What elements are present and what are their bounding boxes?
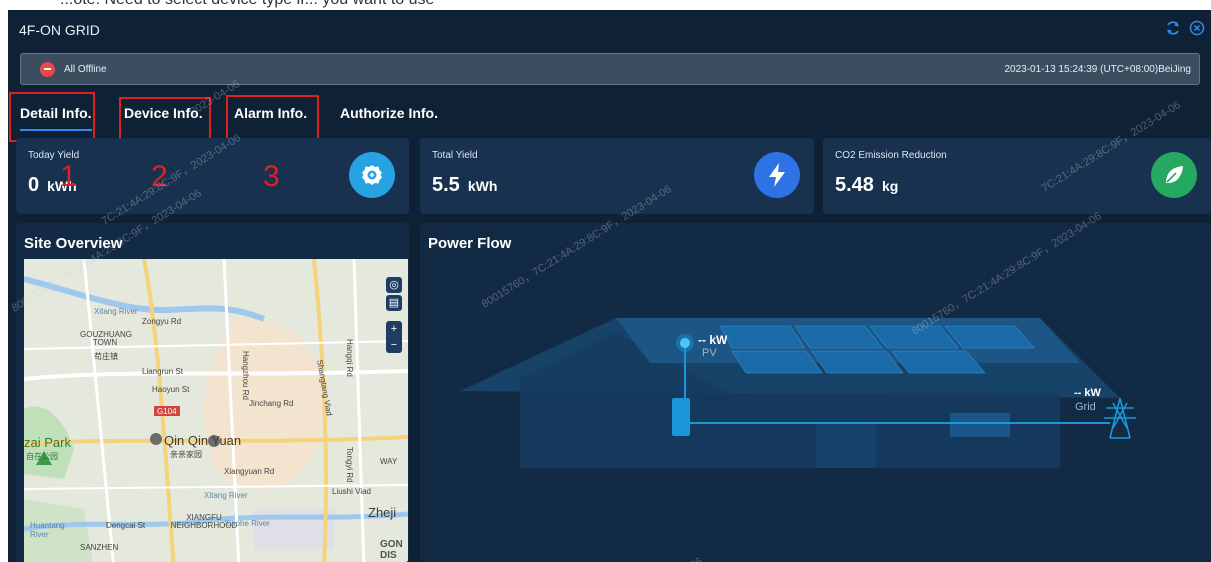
status-datetime: 2023-01-13 15:24:39 (UTC+08:00)BeiJing bbox=[1004, 64, 1191, 75]
map-label: Liangrun St bbox=[142, 367, 183, 376]
map-label: Xiangyuan Rd bbox=[224, 467, 275, 476]
map-label: Hangzhou Rd bbox=[241, 351, 250, 400]
title-bar: 4F-ON GRID bbox=[8, 10, 1211, 48]
lightning-icon bbox=[754, 152, 800, 198]
map-label: Qin Qin Yuan bbox=[164, 433, 242, 448]
map-label: GOUZHUANG TOWN bbox=[80, 330, 132, 347]
map-label: Haoyun St bbox=[152, 385, 190, 394]
pv-label: PV bbox=[702, 347, 717, 359]
highlight-box-2 bbox=[119, 97, 211, 144]
map-label: 自在公园 bbox=[26, 452, 58, 461]
annotation-number-1: 1 bbox=[60, 160, 77, 193]
map-label: Tongyi Rd bbox=[345, 447, 354, 483]
status-bar: All Offline 2023-01-13 15:24:39 (UTC+08:… bbox=[20, 53, 1200, 85]
total-yield-label: Total Yield bbox=[432, 150, 478, 161]
map-label: WAY bbox=[380, 457, 398, 466]
map-label: Dengcai St bbox=[106, 521, 146, 530]
offline-status-icon bbox=[40, 62, 55, 77]
status-text: All Offline bbox=[64, 64, 107, 75]
top-strip: ...ote: Need to select device type if...… bbox=[0, 0, 1211, 10]
app-window: 4F-ON GRID All Offline 2023-01-13 15:24:… bbox=[8, 10, 1211, 562]
top-strip-text: ...ote: Need to select device type if...… bbox=[60, 0, 434, 9]
layers-icon[interactable]: ▤ bbox=[386, 295, 402, 311]
map-label: Xitang River bbox=[94, 307, 138, 316]
power-flow-panel: Power Flow -- kW PV -- kW Grid bbox=[420, 223, 1211, 562]
grid-value: -- kW bbox=[1074, 387, 1101, 399]
annotation-number-2: 2 bbox=[151, 160, 168, 193]
map-label: Hangqi Rd bbox=[345, 339, 354, 377]
highlight-box-1 bbox=[9, 92, 95, 142]
tab-authorize-info[interactable]: Authorize Info. bbox=[340, 105, 438, 121]
grid-label: Grid bbox=[1075, 401, 1096, 413]
site-overview-panel: Site Overview Xitang River Zongyu Rd GOU… bbox=[16, 223, 409, 562]
pv-value: -- kW bbox=[698, 333, 728, 347]
map-label: Huantang River bbox=[30, 521, 65, 539]
map-label: 苟庄镇 bbox=[94, 352, 118, 361]
close-icon[interactable] bbox=[1189, 20, 1205, 36]
map-label: Zheji bbox=[368, 505, 397, 520]
zoom-out-button[interactable]: − bbox=[386, 337, 402, 353]
map-label: zai Park bbox=[24, 435, 71, 450]
co2-reduction-card: CO2 Emission Reduction 5.48 kg bbox=[823, 138, 1211, 214]
leaf-icon bbox=[1151, 152, 1197, 198]
map-label: 亲亲家园 bbox=[170, 450, 202, 459]
map-label: Xiaohe River bbox=[224, 519, 270, 528]
total-yield-value: 5.5 kWh bbox=[432, 174, 498, 196]
co2-reduction-value: 5.48 kg bbox=[835, 174, 899, 196]
site-overview-title: Site Overview bbox=[24, 235, 123, 252]
map-label: GON DIS bbox=[380, 539, 403, 561]
co2-reduction-label: CO2 Emission Reduction bbox=[835, 150, 947, 161]
zoom-controls: + − bbox=[386, 321, 402, 353]
locate-icon[interactable]: ◎ bbox=[386, 277, 402, 293]
map-label: Zongyu Rd bbox=[142, 317, 182, 326]
total-yield-card: Total Yield 5.5 kWh bbox=[420, 138, 814, 214]
annotation-number-3: 3 bbox=[263, 160, 280, 193]
app-title: 4F-ON GRID bbox=[19, 22, 100, 38]
zoom-in-button[interactable]: + bbox=[386, 321, 402, 337]
map-label: Jinchang Rd bbox=[249, 399, 294, 408]
map-label: Xitang River bbox=[204, 491, 248, 500]
map-label: SANZHEN bbox=[80, 543, 119, 552]
gear-icon bbox=[349, 152, 395, 198]
map-label: G104 bbox=[157, 407, 177, 416]
map-label: Liushi Viad bbox=[332, 487, 371, 496]
refresh-icon[interactable] bbox=[1165, 20, 1181, 36]
site-map[interactable]: Xitang River Zongyu Rd GOUZHUANG TOWN 苟庄… bbox=[24, 259, 408, 562]
